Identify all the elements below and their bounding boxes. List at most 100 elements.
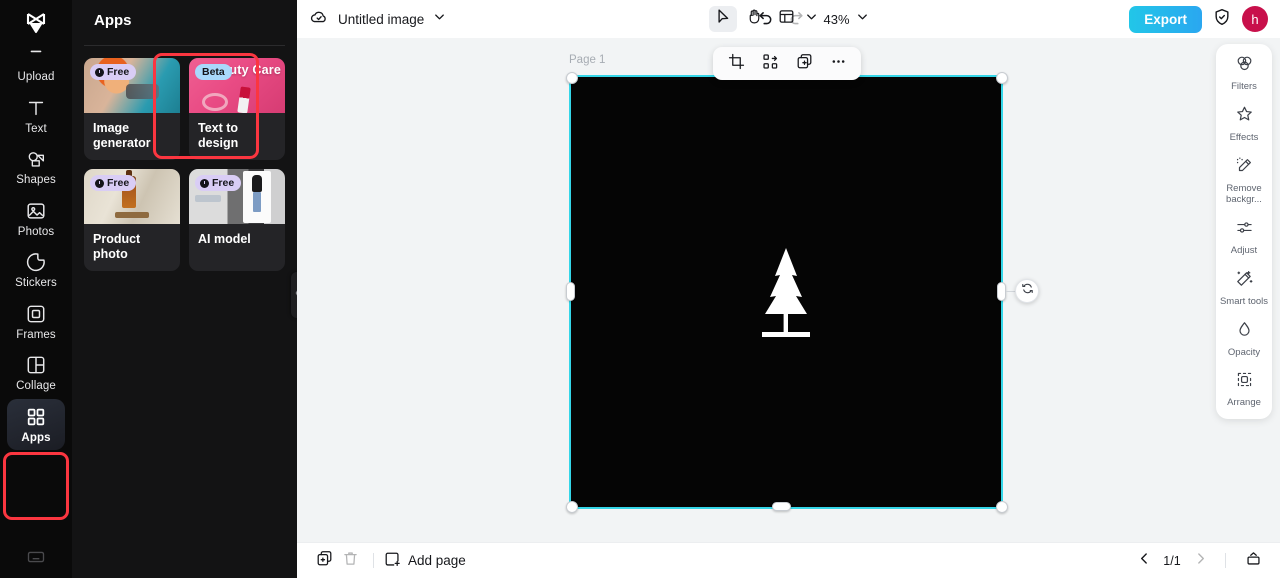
dock-item-adjust[interactable]: Adjust <box>1218 218 1270 257</box>
export-button[interactable]: Export <box>1129 5 1202 33</box>
resize-handle-top-left[interactable] <box>566 72 578 84</box>
dock-item-arrange[interactable]: Arrange <box>1218 370 1270 409</box>
sidebar-item-collage[interactable]: Collage <box>7 347 65 399</box>
top-right-actions: Export h <box>1129 5 1268 33</box>
sidebar-item-stickers[interactable]: Stickers <box>7 244 65 296</box>
dock-label-effects: Effects <box>1229 131 1259 143</box>
card-thumbnail: Free <box>84 58 180 113</box>
sidebar-item-photos[interactable]: Photos <box>7 193 65 245</box>
sidebar-label-photos: Photos <box>17 225 55 238</box>
pages-panel-button[interactable] <box>1240 549 1266 573</box>
smart-tools-icon <box>1235 269 1254 293</box>
left-rail: Upload Text Shapes Photos Stickers Frame… <box>0 0 72 578</box>
dock-label-opacity: Opacity <box>1227 346 1261 358</box>
main-area: Untitled image 43% Export h Page 1 Filte… <box>297 0 1280 578</box>
resize-handle-bottom[interactable] <box>772 502 791 511</box>
app-card-image-generator[interactable]: Free Image generator <box>84 58 180 160</box>
sidebar-label-upload: Upload <box>17 71 55 83</box>
next-page-button[interactable] <box>1189 550 1211 572</box>
cursor-arrow-icon <box>714 8 731 30</box>
bottom-toolbar: Add page 1/1 <box>297 542 1280 578</box>
badge-free: Free <box>195 175 242 191</box>
sidebar-label-frames: Frames <box>16 328 56 341</box>
hand-tool-button[interactable] <box>741 6 769 32</box>
dock-item-effects[interactable]: Effects <box>1218 105 1270 144</box>
arrange-button[interactable] <box>756 51 784 77</box>
shapes-icon <box>25 148 47 170</box>
delete-page-button[interactable] <box>337 549 363 573</box>
sidebar-item-upload[interactable]: Upload <box>7 38 65 90</box>
resize-handle-top-right[interactable] <box>996 72 1008 84</box>
capcut-logo-icon[interactable] <box>0 6 72 40</box>
redo-icon[interactable] <box>787 8 805 31</box>
app-card-text-to-design[interactable]: Beauty Care Beta Text to design <box>189 58 285 160</box>
clock-icon <box>95 178 104 188</box>
add-page-icon <box>384 551 401 571</box>
badge-beta: Beta <box>195 64 232 80</box>
duplicate-page-button[interactable] <box>311 549 337 573</box>
sidebar-item-shapes[interactable]: Shapes <box>7 141 65 193</box>
stickers-icon <box>25 251 47 273</box>
dock-item-opacity[interactable]: Opacity <box>1218 320 1270 359</box>
chevron-left-icon <box>1138 552 1151 570</box>
dock-item-filters[interactable]: Filters <box>1218 54 1270 93</box>
resize-handle-bottom-right[interactable] <box>996 501 1008 513</box>
selection-floating-toolbar <box>713 47 861 80</box>
resize-handle-bottom-left[interactable] <box>566 501 578 513</box>
text-icon <box>25 97 47 119</box>
pine-tree-artwork <box>762 248 810 337</box>
panel-title: Apps <box>94 12 132 29</box>
cloud-save-icon[interactable] <box>309 7 329 32</box>
dock-label-smart-tools: Smart tools <box>1219 295 1269 307</box>
more-button[interactable] <box>824 51 852 77</box>
document-title[interactable]: Untitled image <box>338 12 424 27</box>
rotate-handle[interactable] <box>1015 279 1039 303</box>
select-tool-button[interactable] <box>708 6 737 32</box>
right-tool-dock: Filters Effects Remove backgr... Adjust … <box>1216 44 1272 420</box>
sidebar-label-text: Text <box>25 122 47 135</box>
more-horizontal-icon <box>830 53 847 75</box>
prev-page-button[interactable] <box>1133 550 1155 572</box>
dock-label-filters: Filters <box>1231 81 1257 92</box>
add-page-button[interactable]: Add page <box>384 551 466 571</box>
duplicate-button[interactable] <box>790 51 818 77</box>
app-card-ai-model[interactable]: Free AI model <box>189 169 285 271</box>
card-label: Image generator <box>93 121 151 150</box>
trash-icon <box>342 550 359 572</box>
zoom-level-value[interactable]: 43% <box>822 12 852 27</box>
chevron-right-icon <box>1194 552 1207 570</box>
shield-check-icon[interactable] <box>1212 7 1232 32</box>
badge-free: Free <box>90 175 137 191</box>
zoom-chevron-down-icon[interactable] <box>856 10 869 28</box>
page-indicator: 1/1 <box>1163 553 1181 568</box>
sidebar-item-text[interactable]: Text <box>7 90 65 142</box>
crop-button[interactable] <box>722 51 750 77</box>
sidebar-item-frames[interactable]: Frames <box>7 296 65 348</box>
add-page-label: Add page <box>408 553 466 568</box>
title-chevron-down-icon[interactable] <box>433 10 446 28</box>
dock-item-smart-tools[interactable]: Smart tools <box>1218 269 1270 308</box>
apps-panel: Apps Free Image generator Beauty Care Be… <box>72 0 303 578</box>
canvas-area[interactable]: Page 1 Filters Effects Remove backgr... … <box>297 38 1280 542</box>
resize-handle-left[interactable] <box>566 282 575 301</box>
sidebar-item-apps[interactable]: Apps <box>7 398 65 450</box>
dock-item-remove-background[interactable]: Remove backgr... <box>1218 156 1270 206</box>
layout-chevron-down-icon[interactable] <box>805 10 818 28</box>
app-card-product-photo[interactable]: Free Product photo <box>84 169 180 271</box>
user-avatar[interactable]: h <box>1242 6 1268 32</box>
organize-icon <box>762 53 779 75</box>
upload-icon <box>25 45 47 67</box>
sidebar-label-collage: Collage <box>16 380 56 392</box>
dock-label-arrange: Arrange <box>1227 397 1261 409</box>
page-navigation: 1/1 <box>1133 549 1266 573</box>
sidebar-item-keyboard[interactable] <box>0 547 72 572</box>
duplicate-icon <box>796 53 813 75</box>
artboard[interactable] <box>569 75 1003 509</box>
apps-grid-icon <box>25 406 47 428</box>
resize-handle-right[interactable] <box>997 282 1006 301</box>
effects-icon <box>1235 105 1254 129</box>
pages-panel-icon <box>1245 550 1262 572</box>
badge-label: Free <box>107 66 130 78</box>
apps-highlight-box <box>3 452 69 520</box>
card-thumbnail: Free <box>189 169 285 224</box>
